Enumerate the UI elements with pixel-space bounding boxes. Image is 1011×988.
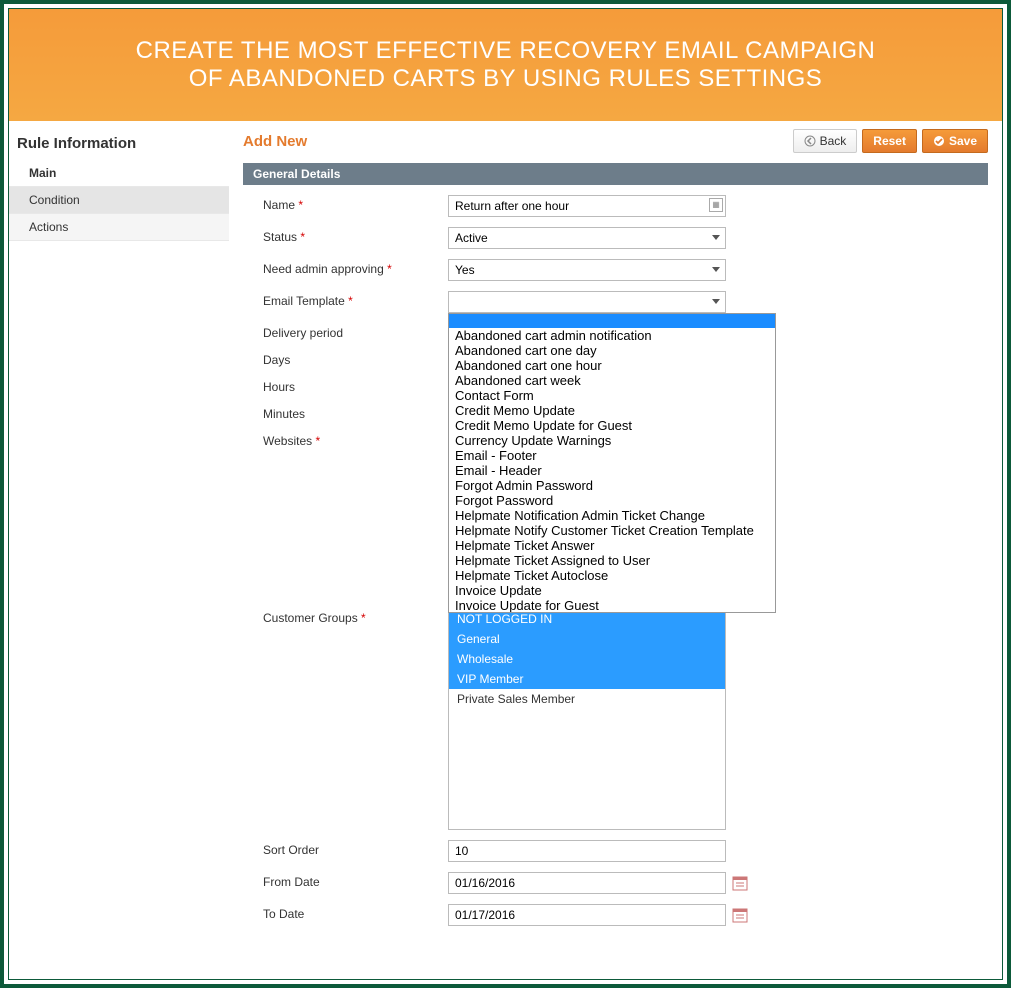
save-label: Save (949, 134, 977, 148)
banner-line2: OF ABANDONED CARTS BY USING RULES SETTIN… (19, 65, 992, 93)
sidebar-item-actions[interactable]: Actions (9, 214, 229, 241)
status-label: Status * (243, 227, 448, 244)
sidebar: Rule Information Main Condition Actions (9, 121, 229, 946)
template-option[interactable]: Invoice Update for Guest (449, 598, 775, 613)
calendar-icon[interactable] (732, 875, 748, 891)
sidebar-title: Rule Information (9, 129, 229, 160)
template-option[interactable]: Abandoned cart week (449, 373, 775, 388)
template-option[interactable]: Email - Footer (449, 448, 775, 463)
template-option[interactable]: Helpmate Ticket Answer (449, 538, 775, 553)
calendar-icon[interactable] (732, 907, 748, 923)
hours-label: Hours (243, 377, 448, 394)
from-date-label: From Date (243, 872, 448, 889)
sidebar-item-condition[interactable]: Condition (9, 187, 229, 214)
reset-button[interactable]: Reset (862, 129, 917, 153)
template-option[interactable]: Contact Form (449, 388, 775, 403)
banner: CREATE THE MOST EFFECTIVE RECOVERY EMAIL… (9, 9, 1002, 121)
template-option[interactable]: Forgot Password (449, 493, 775, 508)
need-admin-label: Need admin approving * (243, 259, 448, 276)
banner-line1: CREATE THE MOST EFFECTIVE RECOVERY EMAIL… (19, 37, 992, 65)
name-input[interactable] (448, 195, 726, 217)
template-option[interactable]: Abandoned cart one hour (449, 358, 775, 373)
template-option[interactable]: Helpmate Notification Admin Ticket Chang… (449, 508, 775, 523)
days-label: Days (243, 350, 448, 367)
sort-order-input[interactable] (448, 840, 726, 862)
delivery-period-label: Delivery period (243, 323, 448, 340)
from-date-input[interactable] (448, 872, 726, 894)
name-label: Name * (243, 195, 448, 212)
reset-label: Reset (873, 134, 906, 148)
back-icon (804, 135, 816, 147)
template-option[interactable]: Abandoned cart admin notification (449, 328, 775, 343)
template-option[interactable]: Helpmate Notify Customer Ticket Creation… (449, 523, 775, 538)
template-option[interactable]: Abandoned cart one day (449, 343, 775, 358)
sidebar-item-main[interactable]: Main (9, 160, 229, 187)
customer-group-option[interactable]: Private Sales Member (449, 689, 725, 709)
minutes-label: Minutes (243, 404, 448, 421)
customer-groups-select[interactable]: NOT LOGGED INGeneralWholesaleVIP MemberP… (448, 608, 726, 830)
template-option[interactable]: Invoice Update (449, 583, 775, 598)
template-option[interactable]: Email - Header (449, 463, 775, 478)
customer-group-option[interactable]: VIP Member (449, 669, 725, 689)
websites-label: Websites * (243, 431, 448, 448)
customer-group-option[interactable]: General (449, 629, 725, 649)
customer-groups-label: Customer Groups * (243, 608, 448, 625)
email-template-label: Email Template * (243, 291, 448, 308)
status-select[interactable]: Active (448, 227, 726, 249)
to-date-label: To Date (243, 904, 448, 921)
store-scope-icon: ▦ (709, 198, 723, 212)
save-button[interactable]: Save (922, 129, 988, 153)
back-button[interactable]: Back (793, 129, 858, 153)
email-template-dropdown[interactable]: Abandoned cart admin notificationAbandon… (448, 313, 776, 613)
email-template-select[interactable] (448, 291, 726, 313)
section-header: General Details (243, 163, 988, 185)
back-label: Back (820, 134, 847, 148)
template-option[interactable]: Helpmate Ticket Assigned to User (449, 553, 775, 568)
check-icon (933, 135, 945, 147)
customer-group-option[interactable]: Wholesale (449, 649, 725, 669)
template-option[interactable]: Credit Memo Update for Guest (449, 418, 775, 433)
template-option[interactable] (449, 314, 775, 328)
to-date-input[interactable] (448, 904, 726, 926)
sort-order-label: Sort Order (243, 840, 448, 857)
action-buttons: Back Reset Save (793, 129, 988, 153)
template-option[interactable]: Credit Memo Update (449, 403, 775, 418)
need-admin-select[interactable]: Yes (448, 259, 726, 281)
template-option[interactable]: Forgot Admin Password (449, 478, 775, 493)
page-title: Add New (243, 133, 307, 150)
main-panel: Add New Back Reset Save (229, 121, 1002, 946)
template-option[interactable]: Currency Update Warnings (449, 433, 775, 448)
template-option[interactable]: Helpmate Ticket Autoclose (449, 568, 775, 583)
form: Name * ▦ Status * Active Need admin appr… (243, 185, 988, 946)
